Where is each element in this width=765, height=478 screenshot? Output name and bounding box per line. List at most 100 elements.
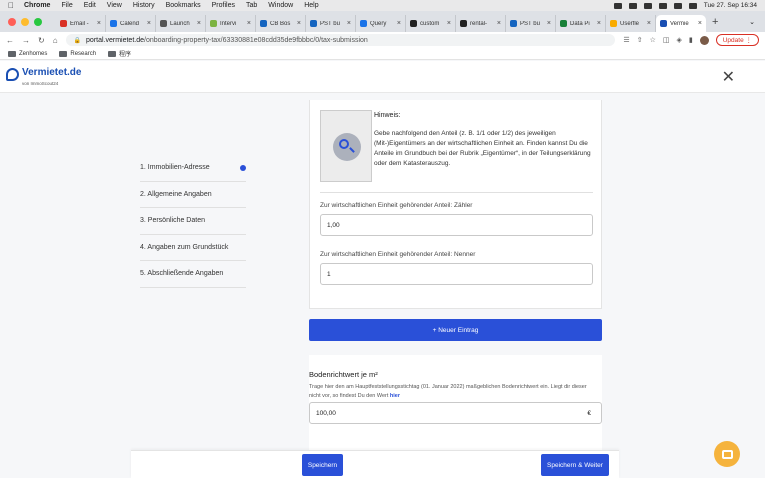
step-abschliessende-angaben[interactable]: 5. Abschließende Angaben	[140, 261, 246, 288]
extension-icon[interactable]: ◫	[663, 36, 670, 44]
tab-favicon-icon	[60, 20, 67, 27]
tab-favicon-icon	[410, 20, 417, 27]
update-label: Update	[722, 37, 744, 44]
menu-profiles[interactable]: Profiles	[212, 2, 235, 9]
bookmark-zenhomes[interactable]: Zenhomes	[8, 50, 47, 57]
update-button[interactable]: Update ⋮	[715, 34, 759, 46]
progress-steps: 1. Immobilien-Adresse 2. Allgemeine Anga…	[140, 155, 246, 288]
add-entry-button[interactable]: + Neuer Eintrag	[309, 319, 602, 341]
forward-icon[interactable]: →	[22, 36, 30, 45]
extensions-puzzle-icon[interactable]: ◈	[676, 36, 681, 44]
zaehler-input[interactable]: 1,00	[320, 214, 593, 236]
clock[interactable]: Tue 27. Sep 16:34	[704, 2, 757, 9]
tab-close-icon[interactable]: ×	[147, 20, 151, 27]
browser-tab[interactable]: Data Pi ×	[556, 15, 606, 32]
step-allgemeine-angaben[interactable]: 2. Allgemeine Angaben	[140, 182, 246, 208]
tab-favicon-icon	[510, 20, 517, 27]
bodenrichtwert-value: 100,00	[316, 409, 336, 417]
browser-tab[interactable]: Intervi ×	[206, 15, 256, 32]
tab-close-icon[interactable]: ×	[297, 20, 301, 27]
save-next-button[interactable]: Speichern & Weiter	[541, 454, 609, 476]
status-icon[interactable]	[628, 2, 637, 9]
tab-close-icon[interactable]: ×	[497, 20, 501, 27]
browser-tab[interactable]: Email - ×	[56, 15, 106, 32]
share-icon[interactable]: ⇧	[637, 36, 643, 44]
url-bar[interactable]: 🔒 portal.vermietet.de /onboarding-proper…	[65, 34, 616, 46]
step-angaben-grundstueck[interactable]: 4. Angaben zum Grundstück	[140, 235, 246, 261]
bodenrichtwert-title: Bodenrichtwert je m²	[309, 370, 378, 379]
bodenrichtwert-input[interactable]: 100,00 €	[309, 402, 602, 424]
tab-search-icon[interactable]: ⌄	[749, 18, 755, 26]
close-icon[interactable]: ✕	[722, 67, 735, 87]
tab-close-icon[interactable]: ×	[197, 20, 201, 27]
profile-avatar[interactable]	[699, 35, 709, 45]
step-persoenliche-daten[interactable]: 3. Persönliche Daten	[140, 208, 246, 235]
zaehler-label: Zur wirtschaftlichen Einheit gehörender …	[320, 202, 473, 209]
nenner-input[interactable]: 1	[320, 263, 593, 285]
tab-close-icon[interactable]: ×	[698, 20, 702, 27]
action-bar: Speichern Speichern & Weiter	[131, 450, 619, 478]
tab-label: PST bu	[520, 20, 540, 27]
cloud-icon[interactable]	[613, 2, 622, 9]
browser-tab[interactable]: custom ×	[406, 15, 456, 32]
tab-label: Query	[370, 20, 387, 27]
bookmark-program[interactable]: 程序	[108, 49, 131, 58]
browser-tab[interactable]: CB Bos ×	[256, 15, 306, 32]
sidepanel-icon[interactable]: ▮	[689, 36, 693, 44]
nenner-label: Zur wirtschaftlichen Einheit gehörender …	[320, 251, 476, 258]
tab-close-icon[interactable]: ×	[447, 20, 451, 27]
tab-close-icon[interactable]: ×	[547, 20, 551, 27]
back-icon[interactable]: ←	[6, 36, 14, 45]
status-icon[interactable]	[643, 2, 652, 9]
browser-tab[interactable]: PST bu ×	[506, 15, 556, 32]
menu-tab[interactable]: Tab	[246, 2, 257, 9]
menu-bookmarks[interactable]: Bookmarks	[166, 2, 201, 9]
chat-support-button[interactable]	[714, 441, 740, 467]
zoom-window-button[interactable]	[34, 17, 42, 26]
save-button[interactable]: Speichern	[302, 454, 343, 476]
menu-window[interactable]: Window	[268, 2, 293, 9]
browser-tab[interactable]: Vermie ×	[656, 15, 706, 32]
battery-icon[interactable]	[658, 2, 667, 9]
control-center-icon[interactable]	[688, 2, 697, 9]
menu-history[interactable]: History	[133, 2, 155, 9]
tab-close-icon[interactable]: ×	[647, 20, 651, 27]
apple-icon[interactable]: 	[8, 1, 14, 10]
menu-app-name[interactable]: Chrome	[24, 2, 50, 9]
tab-close-icon[interactable]: ×	[597, 20, 601, 27]
close-window-button[interactable]	[8, 17, 16, 26]
bookmark-research[interactable]: Research	[59, 50, 96, 57]
browser-tab[interactable]: Launch ×	[156, 15, 206, 32]
bodenrichtwert-link[interactable]: hier	[390, 393, 400, 399]
browser-tab[interactable]: Calend ×	[106, 15, 156, 32]
chat-icon	[721, 449, 733, 459]
minimize-window-button[interactable]	[21, 17, 29, 26]
macos-menubar:  Chrome File Edit View History Bookmark…	[0, 0, 765, 11]
browser-tab[interactable]: rental- ×	[456, 15, 506, 32]
tab-close-icon[interactable]: ×	[397, 20, 401, 27]
translate-icon[interactable]: ☰	[623, 36, 629, 44]
lock-icon[interactable]: 🔒	[74, 37, 81, 44]
home-icon[interactable]: ⌂	[53, 36, 58, 45]
browser-tab[interactable]: Query ×	[356, 15, 406, 32]
tab-close-icon[interactable]: ×	[347, 20, 351, 27]
browser-tab[interactable]: PST bu ×	[306, 15, 356, 32]
menu-file[interactable]: File	[61, 2, 72, 9]
tab-close-icon[interactable]: ×	[97, 20, 101, 27]
vermietet-logo[interactable]: Vermietet.de von ImmoScout24	[6, 68, 81, 89]
reload-icon[interactable]: ↻	[38, 36, 45, 45]
bodenrichtwert-description: Trage hier den am Hauptfeststellungsstic…	[309, 383, 599, 401]
logo-text: Vermietet.de von ImmoScout24	[22, 68, 81, 89]
window-controls	[8, 17, 42, 26]
tab-label: Vermie	[670, 20, 689, 27]
menu-view[interactable]: View	[107, 2, 122, 9]
bookmark-star-icon[interactable]: ☆	[650, 36, 656, 44]
menu-help[interactable]: Help	[304, 2, 318, 9]
hint-text: Gebe nachfolgend den Anteil (z. B. 1/1 o…	[374, 130, 591, 167]
wifi-icon[interactable]	[673, 2, 682, 9]
menu-edit[interactable]: Edit	[84, 2, 96, 9]
browser-tab[interactable]: Userfle ×	[606, 15, 656, 32]
step-immobilien-adresse[interactable]: 1. Immobilien-Adresse	[140, 155, 246, 182]
new-tab-button[interactable]: +	[712, 16, 718, 28]
tab-close-icon[interactable]: ×	[247, 20, 251, 27]
